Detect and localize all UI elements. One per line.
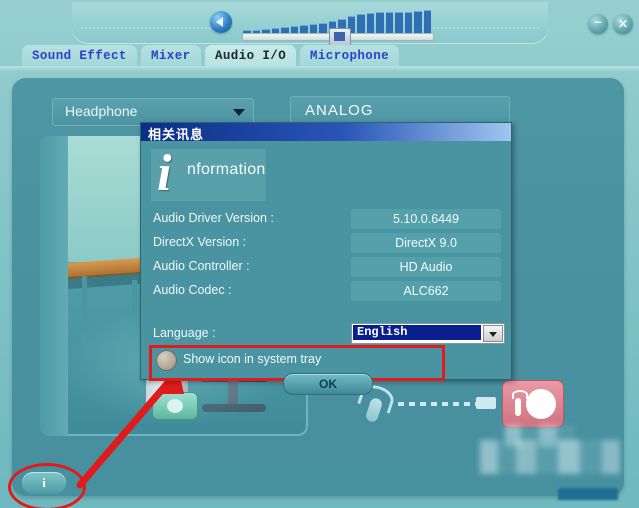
titlebar: – ✕ [0,0,639,46]
cable-dashes [398,402,476,406]
volume-bar [395,12,403,34]
info-row: Audio Controller : HD Audio [151,257,503,279]
master-volume-knob[interactable] [329,28,351,46]
realtek-audio-manager-window: – ✕ Sound Effect Mixer Audio I/O Microphone… [0,0,639,508]
info-row-value: DirectX 9.0 [395,236,457,250]
ok-button[interactable]: OK [283,373,373,395]
blurred-watermark [480,440,620,474]
language-selected-value: English [353,325,481,340]
close-button[interactable]: ✕ [613,14,633,34]
info-rows: Audio Driver Version : 5.10.0.6449 DirectX… [151,209,503,305]
tab-sound-effect[interactable]: Sound Effect [22,45,137,68]
tab-bar-base [0,66,639,72]
plug-icon [476,397,496,409]
show-tray-icon-checkbox[interactable] [156,350,177,371]
info-row: Audio Codec : ALC662 [151,281,503,303]
chevron-down-icon[interactable] [483,325,503,342]
info-row-value: ALC662 [403,284,449,298]
info-row-value-box: DirectX 9.0 [351,233,501,253]
language-row: Language : English [153,323,505,345]
dialog-titlebar[interactable]: 相关讯息 [141,123,511,143]
tab-microphone[interactable]: Microphone [300,45,400,68]
show-tray-icon-row[interactable]: Show icon in system tray [149,345,445,381]
volume-bar [385,12,393,34]
dialog-heading: i nformation [151,145,266,202]
info-row-value: HD Audio [399,260,453,274]
chevron-down-icon[interactable] [233,109,245,116]
language-select[interactable]: English [351,323,505,344]
volume-bar [414,11,422,34]
microphone-jack-icon[interactable] [502,380,564,428]
dialog-body: i nformation Audio Driver Version : 5.10.… [143,143,509,395]
volume-bar [366,13,374,34]
blurred-taskbar-fragment [558,488,618,500]
volume-bar [357,14,365,34]
analog-label: ANALOG [305,102,374,119]
info-row-label: Audio Driver Version : [153,211,274,225]
info-row: DirectX Version : DirectX 9.0 [151,233,503,255]
close-icon: ✕ [617,17,629,31]
volume-bar [423,10,431,34]
info-row-label: Audio Codec : [153,283,232,297]
info-row-value: 5.10.0.6449 [392,212,460,226]
information-glyph: i [157,145,172,202]
jack-hole [526,389,556,419]
info-row-value-box: 5.10.0.6449 [351,209,501,229]
info-row-label: Audio Controller : [153,259,250,273]
dialog-title: 相关讯息 [148,128,205,143]
info-row-value-box: ALC662 [351,281,501,301]
info-row-label: DirectX Version : [153,235,247,249]
info-row-value-box: HD Audio [351,257,501,277]
window-controls: – ✕ [588,13,633,34]
tab-audio-i-o[interactable]: Audio I/O [205,45,297,68]
information-heading-text: nformation [187,161,266,178]
information-dialog: 相关讯息 i nformation Audio Driver Version :… [140,122,512,395]
device-select-value: Headphone [65,103,138,119]
volume-bar [404,12,412,34]
titlebar-texture-right [420,26,540,31]
info-row: Audio Driver Version : 5.10.0.6449 [151,209,503,231]
titlebar-texture-left [80,26,220,31]
volume-bar [376,12,384,34]
show-tray-icon-label: Show icon in system tray [183,352,322,366]
tab-mixer[interactable]: Mixer [141,45,201,68]
speaker-icon[interactable] [210,11,232,33]
minimize-button[interactable]: – [588,13,608,34]
language-label: Language : [153,326,216,340]
ok-button-label: OK [319,377,337,391]
minimize-icon: – [594,13,602,29]
